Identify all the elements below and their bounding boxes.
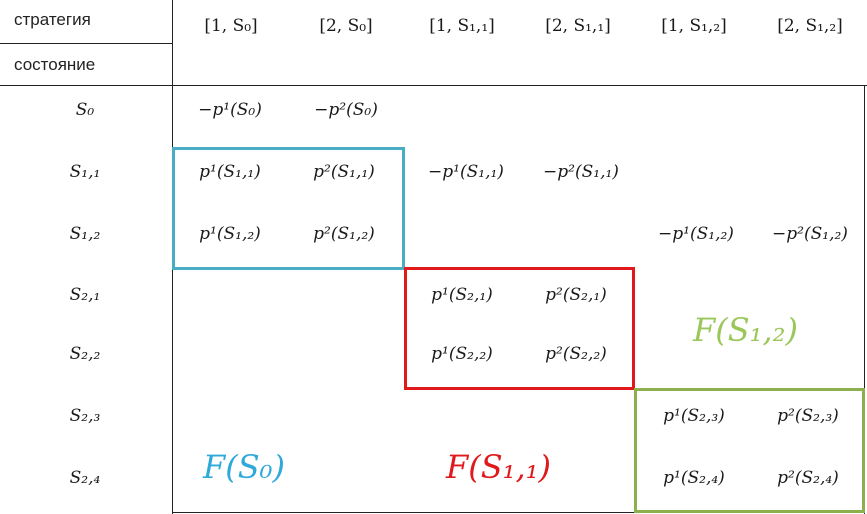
cell-r2-c6: −p²(S₁,₂) bbox=[772, 224, 848, 244]
col-header-2: [2, S₀] bbox=[319, 16, 373, 36]
cell-r6-c6: p²(S₂,₄) bbox=[777, 468, 839, 488]
col-header-6: [2, S₁,₂] bbox=[777, 16, 843, 36]
row-label-s11: S₁,₁ bbox=[69, 162, 101, 182]
cell-r0-c1: −p¹(S₀) bbox=[198, 100, 262, 120]
row-label-s23: S₂,₃ bbox=[69, 406, 101, 426]
row-label-s24: S₂,₄ bbox=[69, 468, 101, 488]
block-label-f-s0: F(S₀) bbox=[203, 448, 285, 486]
col-header-1: [1, S₀] bbox=[204, 16, 258, 36]
block-label-f-s12: F(S₁,₂) bbox=[693, 311, 798, 349]
col-header-3: [1, S₁,₁] bbox=[429, 16, 495, 36]
col-header-4: [2, S₁,₁] bbox=[545, 16, 611, 36]
cell-r2-c5: −p¹(S₁,₂) bbox=[658, 224, 734, 244]
strategy-header-label: стратегия bbox=[14, 10, 91, 29]
cell-r1-c1: p¹(S₁,₁) bbox=[199, 162, 261, 182]
header-bottom-line bbox=[0, 85, 867, 86]
block-label-f-s11: F(S₁,₁) bbox=[446, 448, 551, 486]
cell-r1-c2: p²(S₁,₁) bbox=[313, 162, 375, 182]
cell-r3-c4: p²(S₂,₁) bbox=[545, 285, 607, 305]
cell-r2-c1: p¹(S₁,₂) bbox=[199, 224, 261, 244]
header-divider-left bbox=[0, 43, 172, 44]
state-header-label: состояние bbox=[14, 55, 96, 74]
cell-r5-c5: p¹(S₂,₃) bbox=[663, 406, 725, 426]
cell-r4-c3: p¹(S₂,₂) bbox=[431, 344, 493, 364]
col-header-5: [1, S₁,₂] bbox=[661, 16, 727, 36]
row-label-s22: S₂,₂ bbox=[69, 344, 101, 364]
cell-r4-c4: p²(S₂,₂) bbox=[545, 344, 607, 364]
cell-r2-c2: p²(S₁,₂) bbox=[313, 224, 375, 244]
cell-r1-c4: −p²(S₁,₁) bbox=[543, 162, 619, 182]
cell-r0-c2: −p²(S₀) bbox=[314, 100, 378, 120]
row-label-s12: S₁,₂ bbox=[69, 224, 101, 244]
cell-r6-c5: p¹(S₂,₄) bbox=[663, 468, 725, 488]
cell-r5-c6: p²(S₂,₃) bbox=[777, 406, 839, 426]
cell-r3-c3: p¹(S₂,₁) bbox=[431, 285, 493, 305]
row-label-s0: S₀ bbox=[75, 100, 95, 120]
row-label-s21: S₂,₁ bbox=[69, 285, 101, 305]
cell-r1-c3: −p¹(S₁,₁) bbox=[428, 162, 504, 182]
